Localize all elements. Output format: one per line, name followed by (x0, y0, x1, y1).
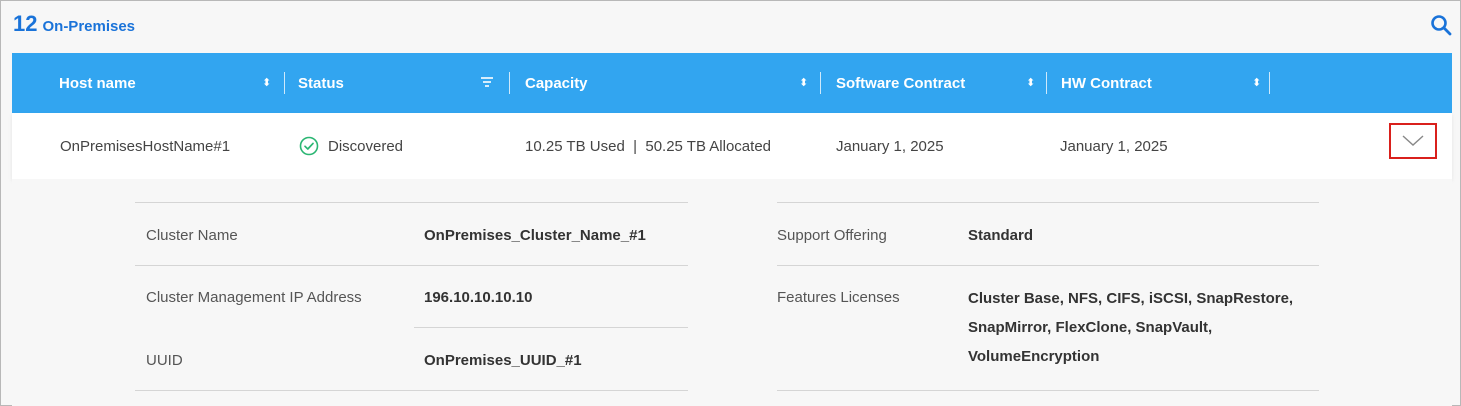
host-name-cell: OnPremisesHostName#1 (60, 137, 231, 155)
divider (135, 265, 688, 266)
detail-label-cluster-ip: Cluster Management IP Address (146, 289, 362, 306)
column-label: Capacity (525, 74, 588, 92)
column-divider (820, 72, 821, 94)
column-header-software-contract[interactable]: Software Contract ⬍ (836, 53, 1046, 113)
check-circle-icon (299, 136, 319, 156)
hw-contract-cell: January 1, 2025 (1060, 137, 1168, 155)
filter-icon[interactable] (481, 77, 493, 87)
divider (135, 202, 688, 203)
divider (777, 265, 1319, 266)
column-header-host-name[interactable]: Host name ⬍ (59, 53, 281, 113)
detail-label-cluster-name: Cluster Name (146, 227, 238, 244)
on-premises-panel: 12 On-Premises Host name ⬍ Status Capaci… (0, 0, 1461, 406)
column-header-hw-contract[interactable]: HW Contract ⬍ (1061, 53, 1271, 113)
detail-label-features-licenses: Features Licenses (777, 289, 900, 306)
software-contract-cell: January 1, 2025 (836, 137, 944, 155)
page-title: 12 On-Premises (13, 11, 135, 37)
working-environment-count: 12 (13, 11, 38, 36)
table-row[interactable]: OnPremisesHostName#1 Discovered 10.25 TB… (12, 113, 1452, 179)
column-label: HW Contract (1061, 74, 1152, 92)
sort-icon[interactable]: ⬍ (799, 76, 808, 90)
divider (777, 390, 1319, 391)
column-header-status[interactable]: Status (298, 53, 508, 113)
column-label: Software Contract (836, 74, 966, 92)
detail-value-support-offering: Standard (968, 227, 1034, 244)
divider (777, 202, 1319, 203)
chevron-down-icon (1402, 135, 1424, 146)
search-icon[interactable] (1429, 13, 1453, 37)
page-title-label: On-Premises (42, 18, 136, 35)
detail-label-support-offering: Support Offering (777, 227, 887, 244)
table-header: Host name ⬍ Status Capacity ⬍ Software C… (12, 53, 1452, 113)
column-label: Status (298, 74, 344, 92)
status-text: Discovered (328, 137, 404, 155)
sort-icon[interactable]: ⬍ (1252, 76, 1261, 90)
column-header-capacity[interactable]: Capacity ⬍ (525, 53, 820, 113)
sort-icon[interactable]: ⬍ (262, 76, 271, 90)
detail-label-uuid: UUID (146, 352, 183, 369)
divider (135, 390, 688, 391)
detail-value-cluster-ip: 196.10.10.10.10 (424, 289, 533, 306)
column-divider (284, 72, 285, 94)
column-label: Host name (59, 74, 136, 92)
capacity-cell: 10.25 TB Used | 50.25 TB Allocated (525, 137, 771, 155)
status-cell: Discovered (299, 113, 403, 179)
expand-row-button[interactable] (1389, 123, 1437, 159)
detail-value-uuid: OnPremises_UUID_#1 (424, 352, 582, 369)
column-divider (1269, 72, 1270, 94)
row-details-panel: Cluster Name OnPremises_Cluster_Name_#1 … (12, 179, 1452, 406)
column-divider (1046, 72, 1047, 94)
detail-value-features-licenses: Cluster Base, NFS, CIFS, iSCSI, SnapRest… (968, 290, 1294, 365)
detail-value-cluster-name: OnPremises_Cluster_Name_#1 (424, 227, 646, 244)
sort-icon[interactable]: ⬍ (1026, 76, 1035, 90)
divider (414, 327, 688, 328)
column-divider (509, 72, 510, 94)
